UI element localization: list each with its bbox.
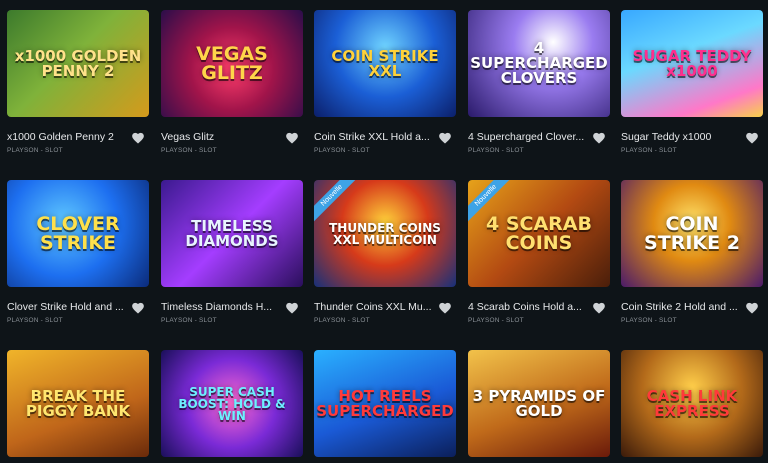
game-thumbnail[interactable]: SUPER CASH BOOST: HOLD & WIN	[161, 350, 303, 457]
game-card[interactable]: COIN STRIKE XXL Coin Strike XXL Hold a...…	[314, 10, 456, 177]
game-name[interactable]: Timeless Diamonds H...	[161, 301, 279, 313]
game-provider: PLAYSON - SLOT	[468, 147, 524, 154]
game-thumbnail[interactable]: COIN STRIKE XXL	[314, 10, 456, 117]
game-thumbnail[interactable]: HOT REELS SUPERCHARGED	[314, 350, 456, 457]
game-thumbnail[interactable]: x1000 GOLDEN PENNY 2	[7, 10, 149, 117]
game-art-title: 4 SUPERCHARGED CLOVERS	[470, 39, 608, 87]
game-art-title: x1000 GOLDEN PENNY 2	[14, 46, 142, 80]
game-art-title: COIN STRIKE XXL	[331, 46, 439, 80]
game-meta: Coin Strike 2 Hold and ... PLAYSON - SLOT	[621, 287, 763, 347]
game-art-title: 3 PYRAMIDS OF GOLD	[472, 386, 606, 420]
game-meta: 4 Supercharged Clover... PLAYSON - SLOT	[468, 117, 610, 177]
game-art-title: COIN STRIKE 2	[644, 212, 740, 254]
game-thumbnail[interactable]: TIMELESS DIAMONDS	[161, 180, 303, 287]
game-provider: PLAYSON - SLOT	[621, 317, 677, 324]
game-thumbnail[interactable]: BREAK THE PIGGY BANK	[7, 350, 149, 457]
game-meta: Vegas Glitz PLAYSON - SLOT	[161, 117, 303, 177]
game-provider: PLAYSON - SLOT	[314, 317, 370, 324]
game-name[interactable]: Clover Strike Hold and ...	[7, 301, 125, 313]
game-meta: Timeless Diamonds H... PLAYSON - SLOT	[161, 287, 303, 347]
game-thumbnail[interactable]: 3 PYRAMIDS OF GOLD	[468, 350, 610, 457]
game-meta: Coin Strike XXL Hold a... PLAYSON - SLOT	[314, 117, 456, 177]
games-grid: x1000 GOLDEN PENNY 2 x1000 Golden Penny 2…	[0, 0, 768, 463]
game-meta: 4 Scarab Coins Hold a... PLAYSON - SLOT	[468, 287, 610, 347]
favorite-heart-icon[interactable]	[285, 131, 299, 144]
game-art-title: CASH LINK EXPRESS	[646, 386, 738, 420]
game-art-title: BREAK THE PIGGY BANK	[25, 386, 131, 420]
game-card[interactable]: VEGAS GLITZ Vegas Glitz PLAYSON - SLOT	[161, 10, 303, 177]
game-art-title: SUGAR TEDDY x1000	[632, 46, 752, 80]
favorite-heart-icon[interactable]	[438, 131, 452, 144]
game-art-title: HOT REELS SUPERCHARGED	[316, 386, 454, 420]
game-meta: x1000 Golden Penny 2 PLAYSON - SLOT	[7, 117, 149, 177]
game-thumbnail[interactable]: VEGAS GLITZ	[161, 10, 303, 117]
game-meta: Clover Strike Hold and ... PLAYSON - SLOT	[7, 287, 149, 347]
game-card[interactable]: 3 PYRAMIDS OF GOLD	[468, 350, 610, 457]
game-card[interactable]: SUPER CASH BOOST: HOLD & WIN	[161, 350, 303, 457]
game-card[interactable]: CASH LINK EXPRESS	[621, 350, 763, 457]
game-thumbnail[interactable]: COIN STRIKE 2	[621, 180, 763, 287]
game-name[interactable]: 4 Scarab Coins Hold a...	[468, 301, 586, 313]
game-card[interactable]: 4 SCARAB COINS Nouvelle 4 Scarab Coins Hol…	[468, 180, 610, 347]
game-provider: PLAYSON - SLOT	[621, 147, 677, 154]
game-name[interactable]: 4 Supercharged Clover...	[468, 131, 586, 143]
game-thumbnail[interactable]: SUGAR TEDDY x1000	[621, 10, 763, 117]
game-art-title: TIMELESS DIAMONDS	[185, 216, 279, 250]
game-meta: Sugar Teddy x1000 PLAYSON - SLOT	[621, 117, 763, 177]
game-card[interactable]: x1000 GOLDEN PENNY 2 x1000 Golden Penny 2…	[7, 10, 149, 177]
game-thumbnail[interactable]: 4 SUPERCHARGED CLOVERS	[468, 10, 610, 117]
game-art-title: SUPER CASH BOOST: HOLD & WIN	[178, 384, 286, 423]
game-card[interactable]: COIN STRIKE 2 Coin Strike 2 Hold and ... P…	[621, 180, 763, 347]
game-art-title: VEGAS GLITZ	[196, 42, 268, 84]
favorite-heart-icon[interactable]	[592, 131, 606, 144]
game-name[interactable]: Thunder Coins XXL Mu...	[314, 301, 432, 313]
game-name[interactable]: Coin Strike XXL Hold a...	[314, 131, 432, 143]
game-thumbnail[interactable]: CASH LINK EXPRESS	[621, 350, 763, 457]
game-card[interactable]: THUNDER COINS XXL MULTICOIN Nouvelle Thund…	[314, 180, 456, 347]
game-card[interactable]: 4 SUPERCHARGED CLOVERS 4 Supercharged Clo…	[468, 10, 610, 177]
favorite-heart-icon[interactable]	[745, 301, 759, 314]
game-name[interactable]: Coin Strike 2 Hold and ...	[621, 301, 739, 313]
favorite-heart-icon[interactable]	[131, 131, 145, 144]
game-name[interactable]: Vegas Glitz	[161, 131, 279, 143]
game-provider: PLAYSON - SLOT	[7, 317, 63, 324]
favorite-heart-icon[interactable]	[592, 301, 606, 314]
game-thumbnail[interactable]: 4 SCARAB COINS Nouvelle	[468, 180, 610, 287]
game-card[interactable]: BREAK THE PIGGY BANK	[7, 350, 149, 457]
game-name[interactable]: x1000 Golden Penny 2	[7, 131, 125, 143]
game-thumbnail[interactable]: THUNDER COINS XXL MULTICOIN Nouvelle	[314, 180, 456, 287]
game-provider: PLAYSON - SLOT	[314, 147, 370, 154]
game-meta: Thunder Coins XXL Mu... PLAYSON - SLOT	[314, 287, 456, 347]
game-art-title: CLOVER STRIKE	[36, 212, 120, 254]
favorite-heart-icon[interactable]	[285, 301, 299, 314]
game-art-title: THUNDER COINS XXL MULTICOIN	[329, 220, 441, 247]
favorite-heart-icon[interactable]	[745, 131, 759, 144]
favorite-heart-icon[interactable]	[438, 301, 452, 314]
game-art-title: 4 SCARAB COINS	[486, 212, 592, 254]
game-name[interactable]: Sugar Teddy x1000	[621, 131, 739, 143]
game-provider: PLAYSON - SLOT	[468, 317, 524, 324]
game-provider: PLAYSON - SLOT	[161, 317, 217, 324]
game-card[interactable]: SUGAR TEDDY x1000 Sugar Teddy x1000 PLAYSO…	[621, 10, 763, 177]
game-card[interactable]: CLOVER STRIKE Clover Strike Hold and ... P…	[7, 180, 149, 347]
favorite-heart-icon[interactable]	[131, 301, 145, 314]
game-provider: PLAYSON - SLOT	[7, 147, 63, 154]
game-provider: PLAYSON - SLOT	[161, 147, 217, 154]
game-card[interactable]: TIMELESS DIAMONDS Timeless Diamonds H... P…	[161, 180, 303, 347]
game-thumbnail[interactable]: CLOVER STRIKE	[7, 180, 149, 287]
game-card[interactable]: HOT REELS SUPERCHARGED	[314, 350, 456, 457]
